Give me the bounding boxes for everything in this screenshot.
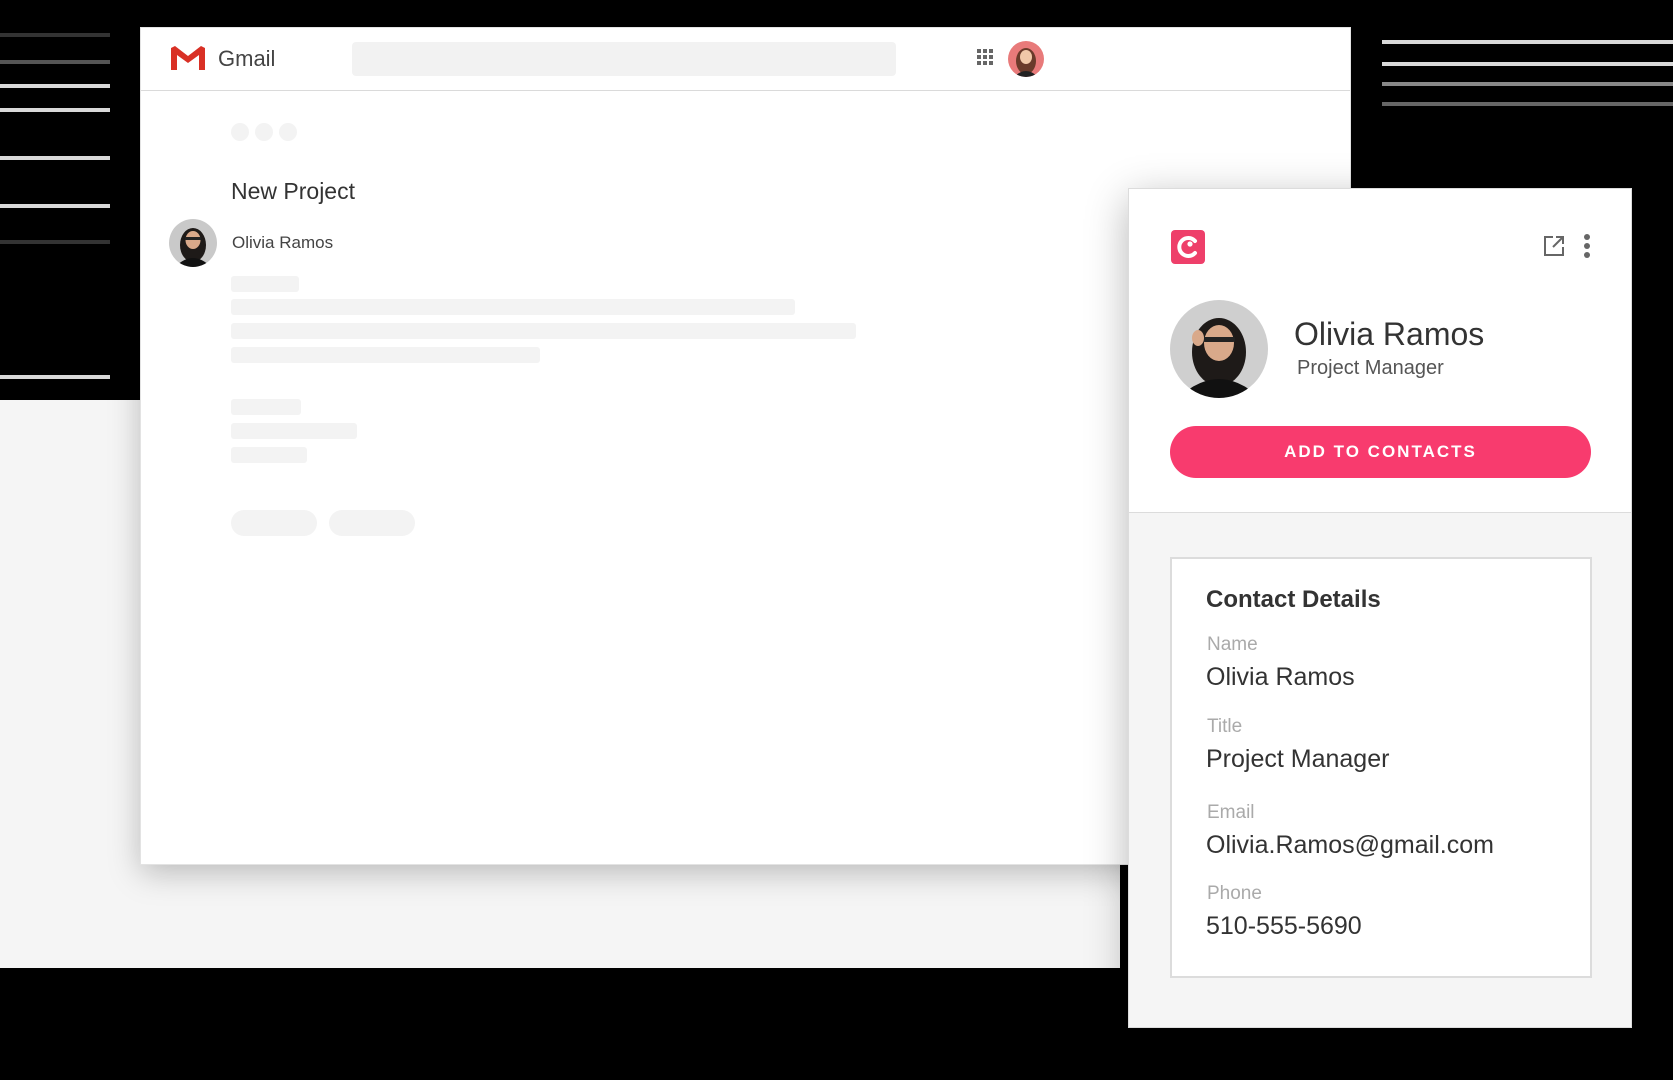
contact-details-heading: Contact Details	[1206, 586, 1381, 613]
backdrop-stripe	[0, 108, 110, 112]
backdrop-stripe	[1382, 40, 1673, 44]
backdrop-stripe	[0, 33, 110, 37]
text-placeholder	[231, 347, 540, 363]
backdrop-stripe	[0, 60, 110, 64]
text-placeholder	[231, 299, 795, 315]
backdrop-panel-bottom	[0, 878, 560, 968]
open-external-icon[interactable]	[1542, 234, 1566, 258]
name-value: Olivia Ramos	[1206, 663, 1355, 691]
phone-value[interactable]: 510-555-5690	[1206, 912, 1362, 941]
email-subject: New Project	[231, 178, 355, 204]
contact-name: Olivia Ramos	[1294, 316, 1485, 352]
toolbar-placeholder	[231, 123, 303, 146]
search-input[interactable]	[352, 42, 896, 76]
reply-button-placeholder[interactable]	[231, 510, 317, 536]
contact-details-panel: Contact Details Name Olivia Ramos Title …	[1170, 557, 1592, 978]
backdrop-stripe	[0, 156, 110, 160]
contact-card: Olivia Ramos Project Manager ADD TO CONT…	[1129, 189, 1631, 1027]
forward-button-placeholder[interactable]	[329, 510, 415, 536]
phone-label: Phone	[1207, 883, 1262, 904]
title-label: Title	[1207, 716, 1243, 737]
backdrop-stripe	[0, 84, 110, 88]
gmail-logo-icon[interactable]	[169, 44, 207, 72]
backdrop-stripe	[0, 375, 110, 379]
apps-grid-icon[interactable]	[976, 48, 994, 66]
more-vertical-icon[interactable]	[1583, 233, 1591, 259]
backdrop-stripe	[0, 240, 110, 244]
add-to-contacts-button[interactable]: ADD TO CONTACTS	[1170, 426, 1591, 478]
title-value: Project Manager	[1206, 745, 1390, 773]
gmail-header: Gmail	[141, 28, 1350, 91]
text-placeholder	[231, 276, 299, 292]
backdrop-stripe	[1382, 62, 1673, 66]
text-placeholder	[231, 323, 856, 339]
contact-title: Project Manager	[1297, 357, 1444, 379]
backdrop-stripe	[0, 204, 110, 208]
email-value[interactable]: Olivia.Ramos@gmail.com	[1206, 831, 1494, 860]
sender-name[interactable]: Olivia Ramos	[232, 233, 333, 253]
text-placeholder	[231, 447, 307, 463]
crm-brand-icon	[1171, 230, 1205, 264]
text-placeholder	[231, 423, 357, 439]
backdrop-stripe	[1382, 82, 1673, 86]
sender-avatar	[169, 219, 217, 267]
email-label: Email	[1207, 802, 1255, 823]
name-label: Name	[1207, 634, 1258, 655]
backdrop-stripe	[1382, 102, 1673, 106]
text-placeholder	[231, 399, 301, 415]
account-avatar[interactable]	[1008, 41, 1044, 77]
contact-card-header: Olivia Ramos Project Manager ADD TO CONT…	[1129, 189, 1631, 513]
contact-avatar	[1170, 300, 1268, 398]
gmail-app-name: Gmail	[218, 46, 276, 71]
